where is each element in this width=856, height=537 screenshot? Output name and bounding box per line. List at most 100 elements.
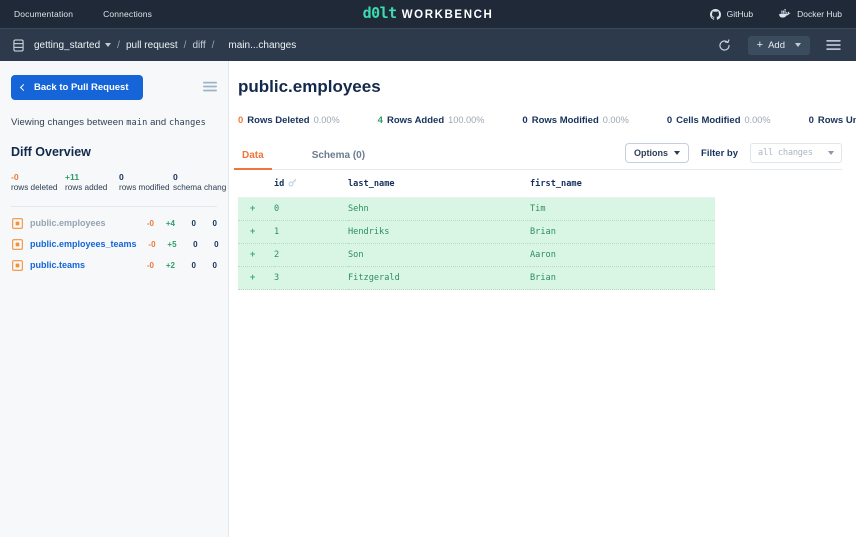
viewing-from-branch: main bbox=[126, 118, 147, 128]
github-icon bbox=[710, 9, 721, 20]
sidebar-collapse-icon[interactable] bbox=[203, 79, 217, 97]
table-modified-count: 0 bbox=[184, 219, 196, 228]
summary-rows-added-label: Rows Added bbox=[387, 115, 444, 126]
nav-link-github-label: GitHub bbox=[727, 9, 753, 19]
summary-cells-modified-label: Cells Modified bbox=[676, 115, 740, 126]
viewing-mid: and bbox=[147, 117, 169, 128]
nav-link-documentation[interactable]: Documentation bbox=[14, 9, 73, 19]
table-modified-count: 0 bbox=[184, 261, 196, 270]
stat-rows-added: +11 rows added bbox=[65, 172, 119, 194]
sidebar-table-counts: -0 +2 0 0 bbox=[142, 261, 217, 270]
table-row[interactable]: + 3 Fitzgerald Brian bbox=[238, 267, 715, 290]
table-row[interactable]: + 0 Sehn Tim bbox=[238, 198, 715, 221]
stat-rows-deleted: -0 rows deleted bbox=[11, 172, 65, 194]
table-header-row: id la bbox=[238, 170, 715, 198]
table-added-count: +2 bbox=[163, 261, 175, 270]
breadcrumb-separator-3: / bbox=[212, 40, 215, 51]
cell-first-name: Brian bbox=[530, 221, 715, 244]
breadcrumb-database[interactable]: getting_started bbox=[34, 40, 100, 51]
diff-summary-row: 0 Rows Deleted 0.00% 4 Rows Added 100.00… bbox=[238, 115, 842, 126]
changed-tables-list: public.employees -0 +4 0 0 public.employ… bbox=[0, 213, 228, 276]
summary-cells-modified: 0 Cells Modified 0.00% bbox=[667, 115, 771, 126]
table-row[interactable]: + 1 Hendriks Brian bbox=[238, 221, 715, 244]
plus-icon: + bbox=[757, 40, 763, 51]
top-nav-external-links: GitHub Docker Hub bbox=[710, 9, 842, 20]
top-navigation-bar: Documentation Connections d0lt WORKBENCH… bbox=[0, 0, 856, 28]
hamburger-menu-icon[interactable] bbox=[823, 35, 843, 55]
sidebar-table-public-employees-teams[interactable]: public.employees_teams -0 +5 0 0 bbox=[0, 234, 228, 255]
chevron-left-icon bbox=[20, 84, 27, 91]
logo-dolt-text: d0lt bbox=[363, 6, 397, 21]
sidebar-table-counts: -0 +5 0 0 bbox=[144, 240, 219, 249]
sidebar-table-public-employees[interactable]: public.employees -0 +4 0 0 bbox=[0, 213, 228, 234]
page-title: public.employees bbox=[238, 77, 842, 97]
summary-rows-unmodified-count: 0 bbox=[809, 115, 814, 126]
nav-link-connections[interactable]: Connections bbox=[103, 9, 152, 19]
app-root: Documentation Connections d0lt WORKBENCH… bbox=[0, 0, 856, 537]
breadcrumb-diff[interactable]: diff bbox=[192, 40, 205, 51]
nav-link-docker-hub[interactable]: Docker Hub bbox=[779, 9, 842, 19]
cell-first-name: Brian bbox=[530, 267, 715, 290]
back-to-pull-request-button[interactable]: Back to Pull Request bbox=[11, 75, 143, 100]
add-button[interactable]: + Add bbox=[748, 36, 810, 55]
diff-table-body: + 0 Sehn Tim + 1 Hendriks Brian + bbox=[238, 198, 715, 290]
diff-data-table: id la bbox=[238, 170, 715, 290]
table-modified-count: 0 bbox=[186, 240, 198, 249]
table-added-count: +4 bbox=[163, 219, 175, 228]
tab-schema[interactable]: Schema (0) bbox=[308, 150, 369, 169]
sidebar-table-name: public.employees bbox=[30, 218, 106, 228]
refresh-icon[interactable] bbox=[715, 35, 735, 55]
row-change-sign: + bbox=[238, 221, 274, 244]
filter-select-value: all changes bbox=[758, 148, 813, 158]
cell-id: 1 bbox=[274, 221, 348, 244]
sidebar-table-public-teams[interactable]: public.teams -0 +2 0 0 bbox=[0, 255, 228, 276]
column-header-last-name: last_name bbox=[348, 170, 530, 198]
summary-rows-deleted-label: Rows Deleted bbox=[247, 115, 309, 126]
summary-cells-modified-count: 0 bbox=[667, 115, 672, 126]
table-deleted-count: -0 bbox=[144, 240, 156, 249]
primary-key-icon bbox=[288, 178, 297, 190]
stat-schema-changes-label: schema chang bbox=[173, 183, 227, 194]
cell-last-name: Son bbox=[348, 244, 530, 267]
summary-rows-added-count: 4 bbox=[378, 115, 383, 126]
stat-rows-modified-label: rows modified bbox=[119, 183, 173, 194]
table-controls: Options Filter by all changes bbox=[625, 143, 842, 169]
column-header-id: id bbox=[274, 170, 348, 198]
sidebar-table-counts: -0 +4 0 0 bbox=[142, 219, 217, 228]
breadcrumb-pull-request[interactable]: pull request bbox=[126, 40, 178, 51]
add-button-label: Add bbox=[768, 40, 785, 51]
diff-table-head: id la bbox=[238, 170, 715, 198]
summary-rows-unmodified-label: Rows Unmodified bbox=[818, 115, 856, 126]
main-inner: public.employees 0 Rows Deleted 0.00% 4 … bbox=[229, 77, 856, 290]
cell-first-name: Tim bbox=[530, 198, 715, 221]
main-content: public.employees 0 Rows Deleted 0.00% 4 … bbox=[229, 61, 856, 537]
tab-data[interactable]: Data bbox=[238, 150, 268, 169]
cell-id: 3 bbox=[274, 267, 348, 290]
table-schema-count: 0 bbox=[207, 240, 219, 249]
row-change-sign: + bbox=[238, 198, 274, 221]
filter-select[interactable]: all changes bbox=[750, 143, 842, 163]
sidebar-divider bbox=[11, 206, 217, 207]
stat-rows-modified-value: 0 bbox=[119, 172, 173, 183]
breadcrumb-separator-2: / bbox=[184, 40, 187, 51]
cell-id: 0 bbox=[274, 198, 348, 221]
summary-rows-unmodified: 0 Rows Unmodified 0.00% bbox=[809, 115, 856, 126]
column-header-sign bbox=[238, 170, 274, 198]
cell-id: 2 bbox=[274, 244, 348, 267]
chevron-down-icon[interactable] bbox=[105, 43, 111, 47]
summary-rows-modified-pct: 0.00% bbox=[603, 115, 629, 125]
summary-rows-modified: 0 Rows Modified 0.00% bbox=[522, 115, 628, 126]
chevron-down-icon bbox=[795, 43, 801, 47]
table-row[interactable]: + 2 Son Aaron bbox=[238, 244, 715, 267]
viewing-to-branch: changes bbox=[169, 118, 206, 128]
stat-rows-modified: 0 rows modified bbox=[119, 172, 173, 194]
top-nav-links: Documentation Connections bbox=[14, 9, 152, 19]
nav-link-github[interactable]: GitHub bbox=[710, 9, 753, 20]
viewing-prefix: Viewing changes between bbox=[11, 117, 126, 128]
stat-schema-changes-value: 0 bbox=[173, 172, 227, 183]
table-icon bbox=[11, 260, 23, 271]
breadcrumb-branch-compare[interactable]: main...changes bbox=[228, 40, 296, 51]
summary-rows-added-pct: 100.00% bbox=[448, 115, 484, 125]
chevron-down-icon bbox=[828, 151, 834, 155]
options-button[interactable]: Options bbox=[625, 143, 689, 163]
